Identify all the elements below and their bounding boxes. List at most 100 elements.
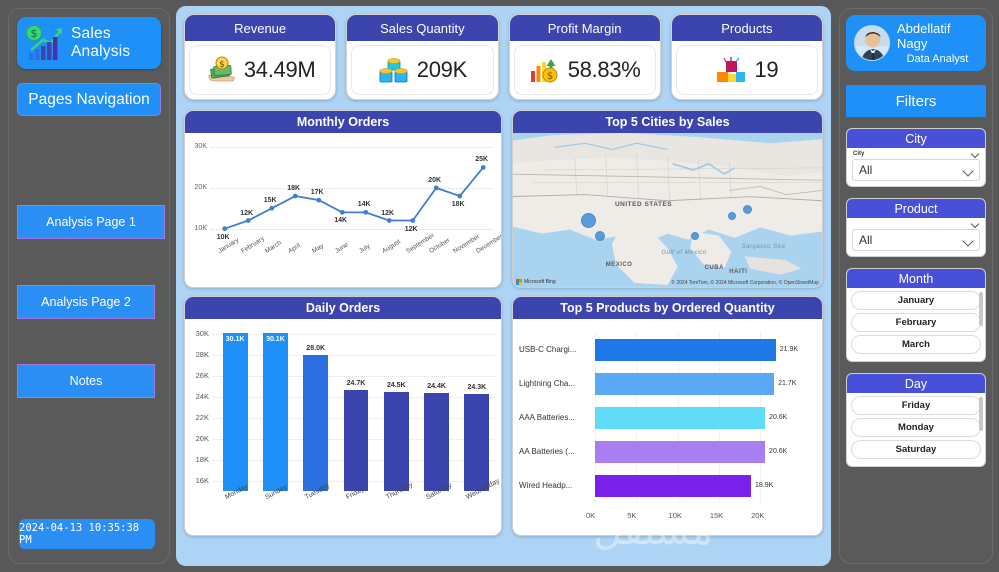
map-bubble-city-5[interactable] [690, 232, 699, 241]
top-products-chart: 0K 5K 10K 15K 20K USB-C Chargi... 21.9K Lightni… [513, 319, 822, 535]
kpi-card-profit-margin[interactable]: Profit Margin $ 58.83% [508, 14, 661, 100]
map-canvas[interactable]: UNITED STATES MEXICO CUBA Gulf of Mexico… [513, 133, 822, 287]
y-axis-tick: 18K [195, 454, 209, 464]
bar-value-label: 24.7K [346, 379, 366, 387]
month-list[interactable]: January February March [847, 288, 985, 361]
bing-logo-icon [516, 279, 522, 285]
map-bubble-city-1[interactable] [580, 213, 596, 229]
kpi-card-products[interactable]: Products 19 [670, 14, 823, 100]
bar[interactable] [595, 339, 776, 361]
slicer-month[interactable]: Month January February March [846, 268, 986, 362]
day-list[interactable]: Friday Monday Saturday [847, 393, 985, 466]
data-point-label: 14K [334, 217, 348, 225]
sidebar-item-notes[interactable]: Notes [17, 364, 155, 398]
y-axis-tick: 16K [195, 475, 209, 485]
map-label-united-states: UNITED STATES [614, 200, 673, 208]
product-field-row[interactable] [847, 218, 985, 227]
bar-value-label: 21.9K [779, 346, 799, 353]
svg-text:$: $ [547, 71, 553, 82]
monthly-orders-card[interactable]: Monthly Orders 10K 20K 30K 10K 12K 15K 18K 17K 1… [184, 110, 502, 288]
x-axis-tick: 5K [627, 511, 637, 520]
category-label: Lightning Cha... [519, 379, 576, 388]
kpi-title: Profit Margin [509, 15, 660, 41]
bar[interactable] [464, 393, 490, 491]
month-list-scrollbar[interactable] [979, 292, 983, 326]
top-cities-card[interactable]: Top 5 Cities by Sales UNITED STATES MEXI… [512, 110, 823, 288]
bar[interactable] [343, 389, 369, 491]
chevron-down-icon[interactable] [964, 166, 973, 175]
dashboard-root: $ Sales Analysis Pages Navigation Analys… [0, 0, 999, 572]
day-item-friday[interactable]: Friday [851, 396, 981, 415]
kpi-card-sales-quantity[interactable]: Sales Quantity 209K [346, 14, 499, 100]
bar[interactable] [262, 333, 288, 491]
map-landmass [513, 133, 822, 287]
app-logo-button[interactable]: $ Sales Analysis [17, 17, 161, 69]
y-axis-tick: 22K [195, 412, 209, 422]
user-card[interactable]: Abdellatif Nagy Data Analyst [846, 15, 986, 71]
bar[interactable] [595, 373, 775, 395]
bar[interactable] [424, 392, 450, 491]
card-title: Monthly Orders [185, 111, 501, 133]
avatar [854, 25, 890, 61]
left-sidebar: $ Sales Analysis Pages Navigation Analys… [0, 0, 176, 572]
data-point-label: 12K [404, 225, 418, 233]
day-item-saturday[interactable]: Saturday [851, 440, 981, 459]
right-filter-panel: Abdellatif Nagy Data Analyst Filters Cit… [833, 0, 999, 572]
sidebar-item-analysis-page-2[interactable]: Analysis Page 2 [17, 285, 155, 319]
bar-plot-area: 16K 18K 20K 22K 24K 26K 28K 30K 30.1K Monday 30.1K… [185, 319, 501, 535]
bar[interactable] [383, 391, 409, 491]
data-point-label: 14K [357, 201, 371, 209]
map-brand-label: Microsoft Bing [524, 279, 556, 285]
map-bubble-city-3[interactable] [743, 204, 753, 214]
y-axis-tick: 30K [195, 329, 209, 339]
charts-row-1: Monthly Orders 10K 20K 30K 10K 12K 15K 18K 17K 1… [184, 110, 823, 288]
kpi-body: 19 [675, 45, 818, 95]
data-point-label: 17K [310, 189, 324, 197]
user-name: Abdellatif Nagy [897, 21, 951, 51]
month-item-march[interactable]: March [851, 335, 981, 354]
city-field-row[interactable]: City [847, 148, 985, 157]
kpi-value: 209K [416, 57, 467, 82]
hbar-plot-area: 0K 5K 10K 15K 20K USB-C Chargi... 21.9K Lightni… [513, 319, 822, 535]
charts-row-2: Daily Orders 16K 18K 20K 22K 24K 26K 28K 30K 30.… [184, 296, 823, 536]
svg-text:$: $ [219, 60, 225, 70]
bar[interactable] [595, 475, 752, 497]
city-selected-value: All [859, 163, 873, 177]
top-cities-map[interactable]: UNITED STATES MEXICO CUBA Gulf of Mexico… [513, 133, 822, 287]
bar-value-label: 24.5K [386, 381, 406, 389]
kpi-card-revenue[interactable]: Revenue $ 34.49M [184, 14, 337, 100]
map-brand: Microsoft Bing [516, 279, 556, 285]
month-item-january[interactable]: January [851, 291, 981, 310]
sidebar-item-analysis-page-1[interactable]: Analysis Page 1 [17, 205, 165, 239]
slicer-day[interactable]: Day Friday Monday Saturday [846, 373, 986, 467]
daily-orders-card[interactable]: Daily Orders 16K 18K 20K 22K 24K 26K 28K 30K 30.… [184, 296, 502, 536]
chevron-down-icon[interactable] [964, 236, 973, 245]
bar-value-label: 21.7K [778, 380, 797, 387]
map-bubble-city-2[interactable] [594, 230, 605, 241]
top-products-card[interactable]: Top 5 Products by Ordered Quantity 0K 5K 1… [512, 296, 823, 536]
chevron-down-icon[interactable] [972, 220, 979, 227]
report-canvas: Revenue $ 34.49M Sales Quantity 209K Pro… [176, 6, 831, 566]
bar[interactable] [595, 407, 766, 429]
day-list-scrollbar[interactable] [979, 397, 983, 431]
slicer-city[interactable]: City City All [846, 128, 986, 187]
kpi-value: 19 [754, 57, 779, 82]
city-dropdown[interactable]: All [852, 159, 980, 181]
month-item-february[interactable]: February [851, 313, 981, 332]
x-axis-tick: 0K [586, 511, 596, 520]
slicer-title: Day [847, 374, 985, 393]
bar-value-label: 30.1K [225, 336, 245, 344]
bar[interactable] [222, 333, 248, 491]
bar[interactable] [595, 441, 766, 463]
user-meta: Abdellatif Nagy Data Analyst [897, 21, 978, 65]
category-label: AAA Batteries... [519, 413, 576, 422]
app-title: Sales Analysis [71, 25, 131, 60]
slicer-title: City [847, 129, 985, 148]
product-dropdown[interactable]: All [852, 229, 980, 251]
slicer-product[interactable]: Product All [846, 198, 986, 257]
bar[interactable] [303, 355, 329, 491]
y-axis-tick: 20K [195, 433, 209, 443]
day-item-monday[interactable]: Monday [851, 418, 981, 437]
chevron-down-icon[interactable] [972, 150, 979, 157]
x-axis-tick: 10K [668, 511, 682, 520]
